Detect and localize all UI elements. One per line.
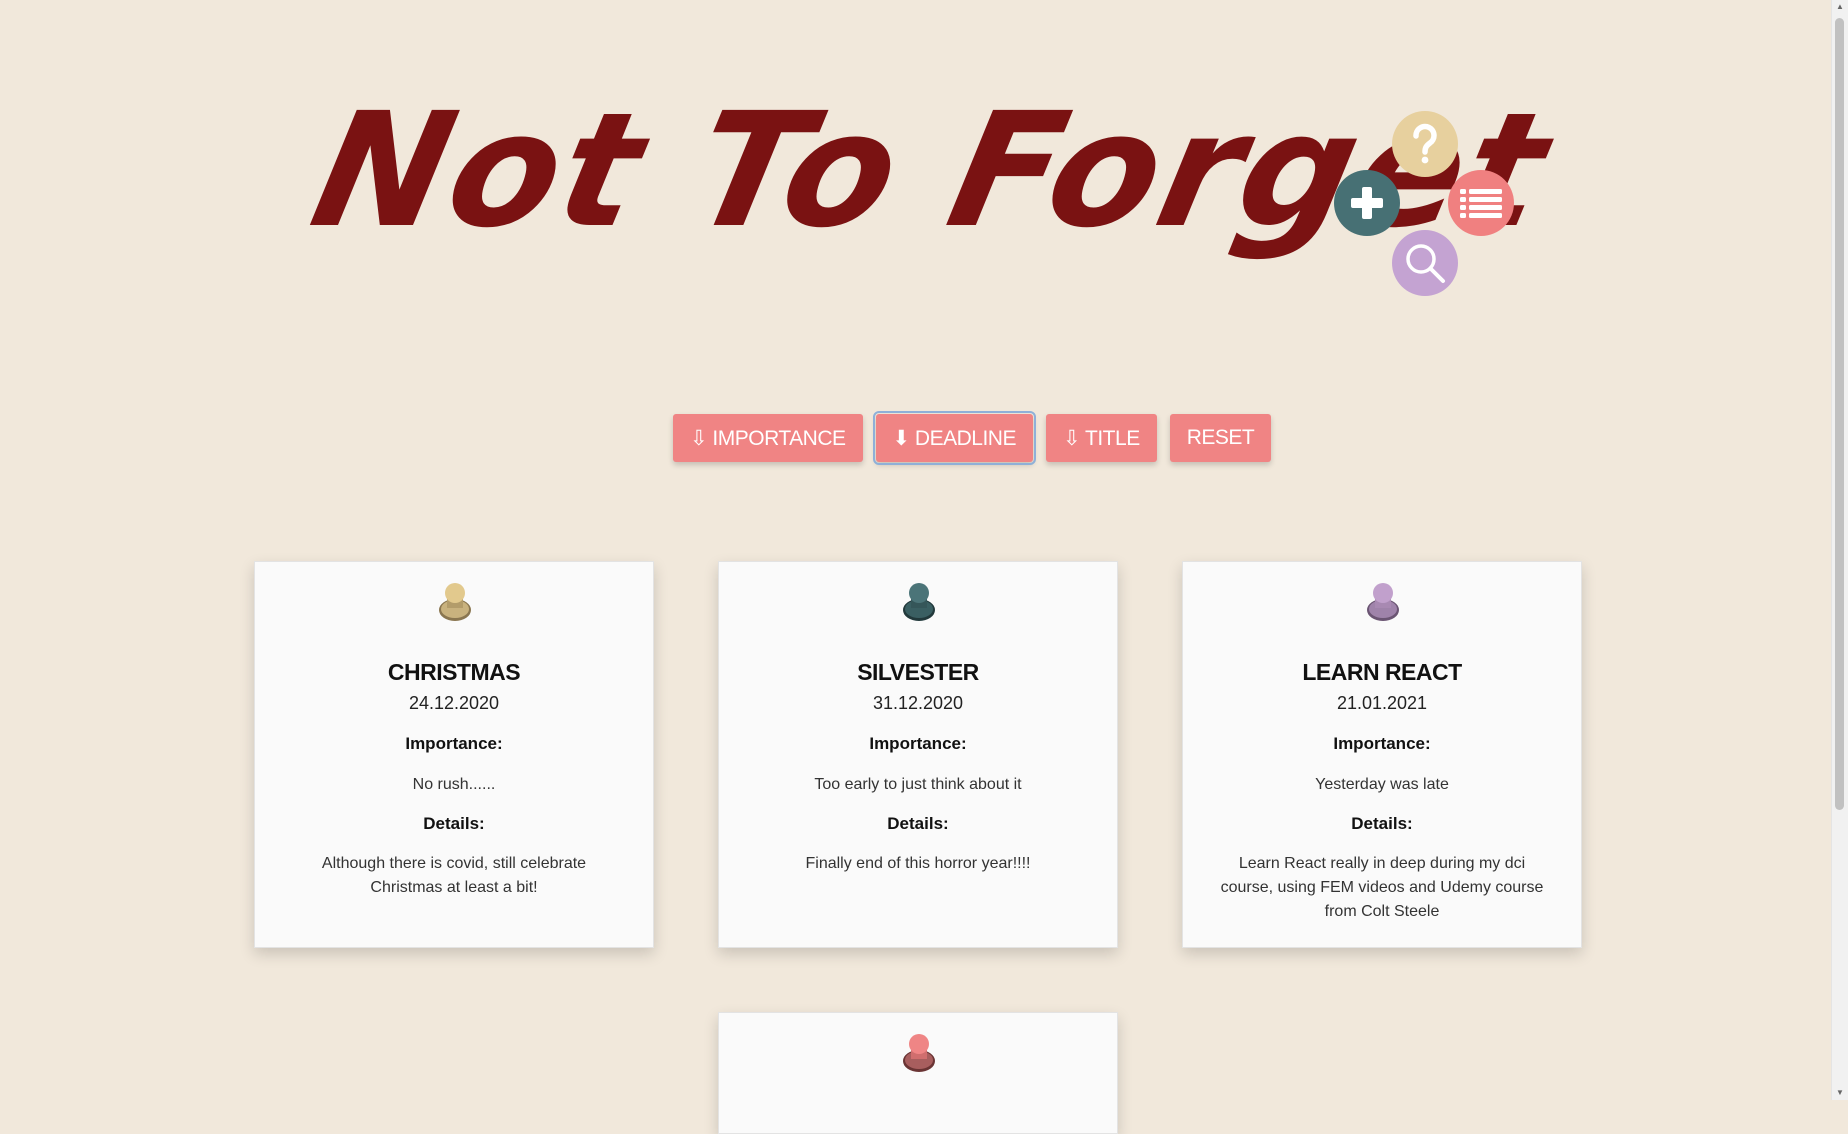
details-label: Details: (887, 814, 949, 833)
card-title: SILVESTER (857, 659, 979, 685)
details-label: Details: (1351, 814, 1413, 833)
details-text: Although there is covid, still celebrate… (321, 855, 587, 896)
pushpin-icon (903, 583, 935, 621)
note-card[interactable]: SILVESTER 31.12.2020 Importance: Too ear… (718, 561, 1118, 948)
card-date: 21.01.2021 (1336, 693, 1428, 713)
details-text: Finally end of this horror year!!!! (805, 855, 1031, 872)
help-button[interactable] (1392, 111, 1458, 177)
sort-title-button[interactable]: ⇩ TITLE (1045, 414, 1157, 462)
list-button[interactable] (1448, 170, 1514, 236)
card-title: LEARN REACT (1302, 659, 1462, 685)
scroll-down-icon[interactable]: ▼ (1835, 1088, 1845, 1098)
importance-text: No rush...... (412, 776, 496, 793)
note-card[interactable]: LEARN REACT 21.01.2021 Importance: Yeste… (1182, 561, 1582, 948)
importance-label: Importance: (869, 734, 967, 753)
pushpin-icon (903, 1034, 935, 1072)
note-card[interactable]: CHRISTMAS 24.12.2020 Importance: No rush… (254, 561, 654, 948)
card-date: 31.12.2020 (872, 693, 964, 713)
page: Not To Forget ⇩ IMPORTANCE ⬇ DEADLINE ⇩ … (0, 0, 1832, 1134)
importance-text: Too early to just think about it (814, 776, 1022, 793)
sort-toolbar: ⇩ IMPORTANCE ⬇ DEADLINE ⇩ TITLE RESET (673, 411, 1272, 465)
scroll-up-icon[interactable]: ▲ (1835, 2, 1845, 12)
question-mark-icon (1413, 123, 1437, 164)
search-button[interactable] (1392, 230, 1458, 296)
pushpin-icon (439, 583, 471, 621)
importance-label: Importance: (1333, 734, 1431, 753)
sort-importance-button[interactable]: ⇩ IMPORTANCE (673, 414, 863, 462)
importance-text: Yesterday was late (1315, 776, 1449, 793)
add-button[interactable] (1334, 170, 1400, 236)
reset-button[interactable]: RESET (1169, 414, 1272, 462)
card-title: CHRISTMAS (387, 659, 521, 685)
importance-label: Importance: (405, 734, 503, 753)
note-card[interactable] (718, 1012, 1118, 1134)
scrollbar-thumb[interactable] (1835, 18, 1844, 810)
sort-deadline-button[interactable]: ⬇ DEADLINE (872, 411, 1036, 465)
card-date: 24.12.2020 (408, 693, 500, 713)
vertical-scrollbar[interactable]: ▲ ▼ (1831, 0, 1848, 1100)
details-label: Details: (423, 814, 485, 833)
plus-icon (1351, 187, 1383, 219)
pushpin-icon (1367, 583, 1399, 621)
list-icon (1460, 189, 1502, 218)
magnifier-icon (1406, 244, 1445, 283)
details-text: Learn React really in deep during my dci… (1220, 855, 1544, 920)
